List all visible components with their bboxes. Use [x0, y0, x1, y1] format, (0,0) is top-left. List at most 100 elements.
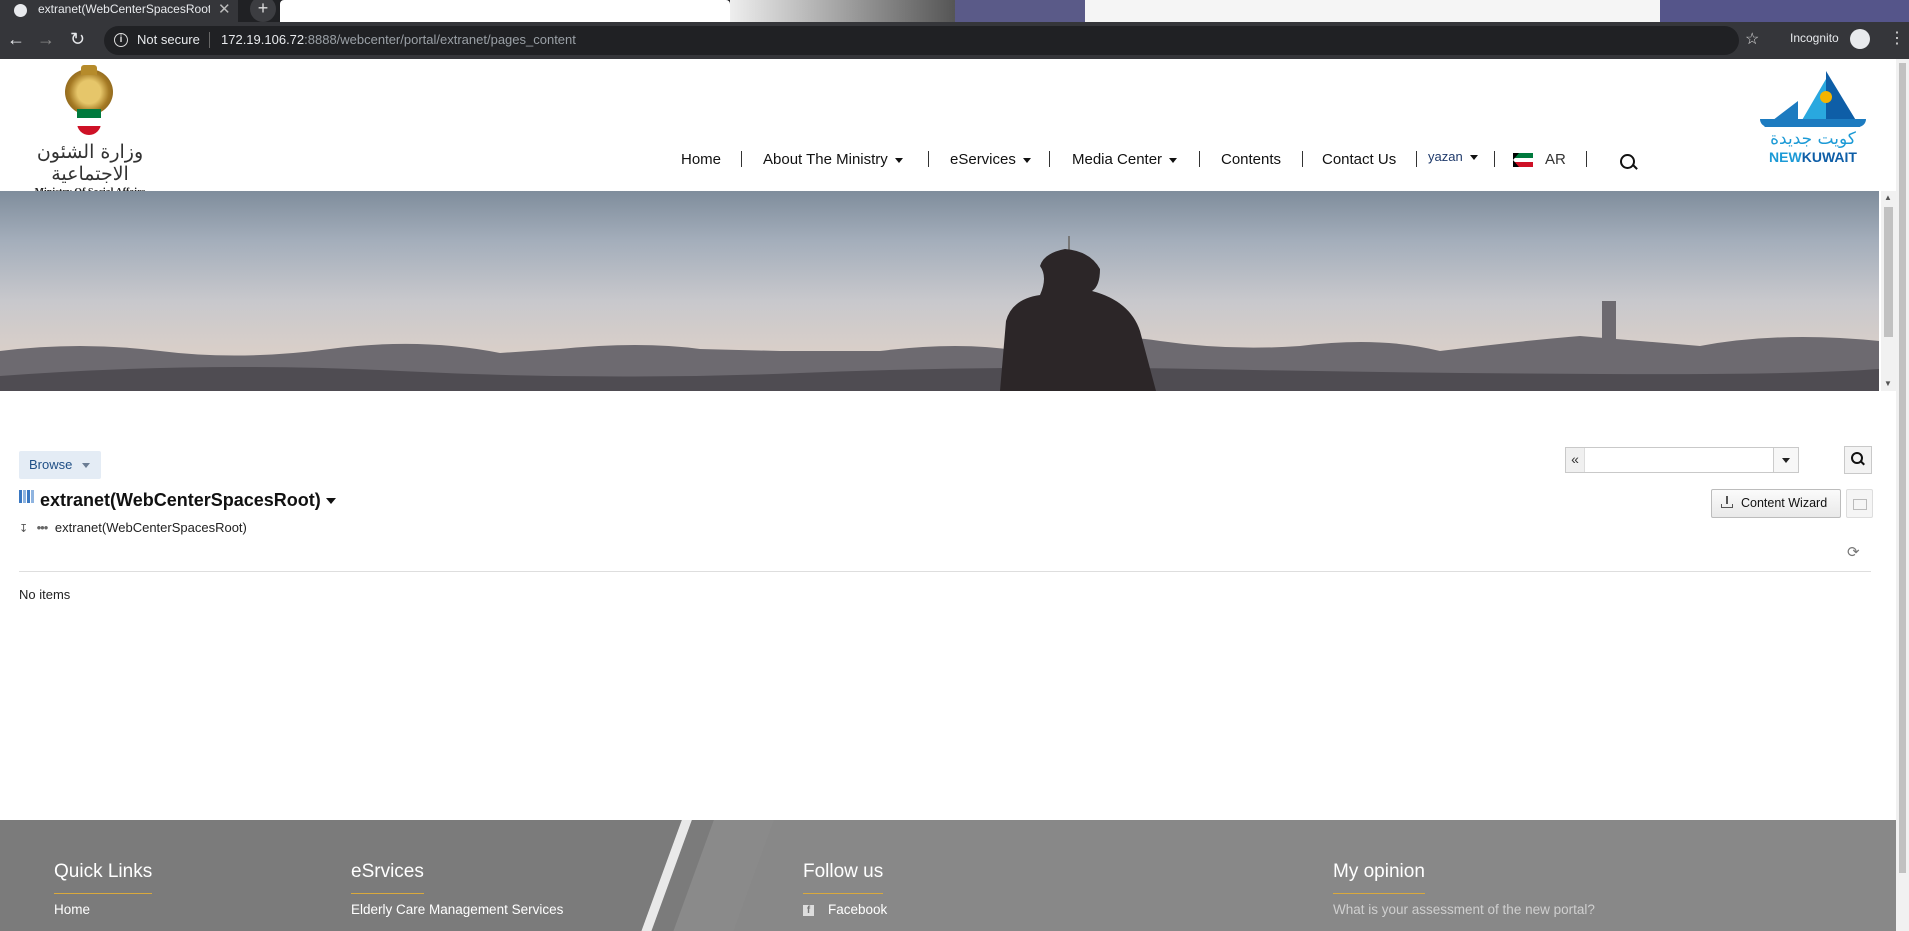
nav-eservices[interactable]: eServices	[950, 151, 1031, 168]
address-bar[interactable]: i Not secure 172.19.106.72:8888/webcente…	[104, 26, 1739, 55]
background-window-strip	[1085, 0, 1660, 22]
footer-link-elderly-care[interactable]: Elderly Care Management Services	[351, 902, 563, 917]
banner-scrollbar-thumb[interactable]	[1884, 207, 1893, 337]
breadcrumb: ↧ ••• extranet(WebCenterSpacesRoot)	[19, 520, 247, 535]
chevron-down-icon[interactable]	[325, 498, 336, 505]
nav-separator	[1416, 151, 1417, 167]
user-menu[interactable]: yazan	[1428, 149, 1478, 164]
chevron-down-icon	[894, 157, 903, 163]
chevron-down-icon	[1169, 157, 1178, 163]
banner-landscape	[0, 236, 1879, 391]
chevron-down-icon	[1469, 155, 1478, 161]
reload-icon[interactable]: ↻	[70, 29, 85, 50]
back-arrow-icon[interactable]: ←	[7, 29, 25, 50]
page-favicon-icon	[14, 4, 27, 17]
site-header: وزارة الشئون الاجتماعية Ministry Of Soci…	[0, 59, 1896, 198]
footer-eservices: eSrvices Elderly Care Management Service…	[351, 861, 563, 917]
nav-home[interactable]: Home	[681, 151, 721, 168]
ministry-logo[interactable]: وزارة الشئون الاجتماعية Ministry Of Soci…	[20, 65, 160, 198]
content-search-button[interactable]	[1844, 446, 1872, 474]
nav-eservices-label: eServices	[950, 151, 1016, 168]
nav-separator	[1199, 151, 1200, 167]
user-name: yazan	[1428, 149, 1463, 164]
forward-arrow-icon[interactable]: →	[37, 29, 55, 50]
nav-separator	[741, 151, 742, 167]
nav-contact-us[interactable]: Contact Us	[1322, 151, 1396, 168]
new-kuwait-logo[interactable]: كويت جديدة NEWKUWAIT	[1758, 71, 1868, 181]
folder-title-text: extranet(WebCenterSpacesRoot)	[40, 490, 321, 510]
new-kuwait-english: NEWKUWAIT	[1758, 149, 1868, 165]
background-window-strip	[955, 0, 1085, 22]
footer-link-home[interactable]: Home	[54, 902, 152, 917]
bookmark-star-icon[interactable]: ☆	[1745, 29, 1759, 49]
site-footer: Quick Links Home eSrvices Elderly Care M…	[0, 820, 1896, 931]
breadcrumb-item[interactable]: extranet(WebCenterSpacesRoot)	[55, 520, 247, 535]
tab-close-icon[interactable]: ✕	[218, 0, 231, 18]
new-kuwait-arabic: كويت جديدة	[1770, 129, 1856, 149]
security-label: Not secure	[137, 32, 200, 47]
browse-button[interactable]: Browse	[19, 451, 101, 479]
nav-about-label: About The Ministry	[763, 151, 888, 168]
browser-menu-icon[interactable]: ⋮	[1889, 28, 1905, 48]
browser-toolbar: ← → ↻ i Not secure 172.19.106.72:8888/we…	[0, 22, 1909, 59]
kuwait-flag-icon	[1513, 153, 1533, 168]
banner-scrollbar[interactable]: ▲ ▼	[1881, 191, 1896, 391]
footer-heading: Quick Links	[54, 861, 153, 894]
new-tab-button[interactable]: +	[250, 0, 276, 22]
background-window-strip	[280, 0, 730, 22]
content-wizard-button[interactable]: Content Wizard	[1711, 489, 1841, 518]
incognito-label: Incognito	[1790, 31, 1839, 45]
search-icon	[1851, 452, 1863, 464]
expand-arrow-icon[interactable]: ↧	[19, 522, 33, 535]
footer-link-facebook[interactable]: f Facebook	[803, 902, 887, 917]
language-switch[interactable]: AR	[1513, 151, 1566, 168]
page-scrollbar-thumb[interactable]	[1899, 63, 1906, 873]
url-separator	[209, 32, 210, 48]
chevron-down-icon	[1022, 157, 1031, 163]
page-scrollbar[interactable]	[1896, 59, 1909, 931]
empty-state-text: No items	[19, 587, 71, 602]
folder-title[interactable]: extranet(WebCenterSpacesRoot)	[40, 490, 336, 511]
upload-icon	[1721, 496, 1733, 508]
search-icon[interactable]	[1620, 154, 1635, 169]
background-window-strip	[1660, 0, 1909, 22]
new-kuwait-word-kuwait: KUWAIT	[1801, 149, 1857, 165]
nav-separator	[928, 151, 929, 167]
content-wizard-label: Content Wizard	[1741, 496, 1828, 510]
url-path: :8888/webcenter/portal/extranet/pages_co…	[304, 32, 576, 47]
new-kuwait-word-new: NEW	[1769, 149, 1802, 165]
scroll-up-arrow-icon[interactable]: ▲	[1884, 193, 1892, 202]
tab-title: extranet(WebCenterSpacesRoot)	[38, 2, 210, 16]
chevron-down-icon	[82, 463, 90, 468]
search-scope-dropdown[interactable]	[1773, 448, 1798, 472]
footer-my-opinion: My opinion What is your assessment of th…	[1333, 861, 1595, 917]
footer-heading: eSrvices	[351, 861, 424, 894]
content-search-box: «	[1565, 447, 1799, 473]
footer-follow-us: Follow us f Facebook	[803, 861, 887, 917]
content-search-input[interactable]	[1586, 450, 1770, 470]
nav-about-ministry[interactable]: About The Ministry	[763, 151, 903, 168]
collapse-double-chevron-icon[interactable]: «	[1566, 448, 1585, 472]
toolbar-disabled-button[interactable]	[1846, 489, 1873, 518]
footer-quick-links: Quick Links Home	[54, 861, 153, 917]
refresh-icon[interactable]: ⟳	[1847, 543, 1860, 561]
language-label: AR	[1545, 151, 1566, 168]
nav-separator	[1586, 151, 1587, 167]
info-icon[interactable]: i	[114, 33, 128, 47]
background-window-strip	[730, 0, 955, 22]
ministry-name-arabic: وزارة الشئون الاجتماعية	[36, 141, 144, 185]
ship-sail-icon	[1760, 71, 1866, 127]
library-icon	[19, 490, 34, 504]
browse-label: Browse	[29, 457, 73, 472]
browser-tab[interactable]: extranet(WebCenterSpacesRoot) ✕	[0, 0, 238, 22]
more-dots-icon[interactable]: •••	[37, 520, 49, 535]
nav-contents[interactable]: Contents	[1221, 151, 1281, 168]
footer-heading: Follow us	[803, 861, 884, 894]
url-text[interactable]: 172.19.106.72:8888/webcenter/portal/extr…	[221, 32, 576, 47]
facebook-icon: f	[803, 904, 814, 916]
nav-media-center[interactable]: Media Center	[1072, 151, 1178, 168]
nav-separator	[1049, 151, 1050, 167]
scroll-down-arrow-icon[interactable]: ▼	[1884, 379, 1892, 388]
url-host: 172.19.106.72	[221, 32, 305, 47]
incognito-icon[interactable]	[1850, 29, 1870, 49]
